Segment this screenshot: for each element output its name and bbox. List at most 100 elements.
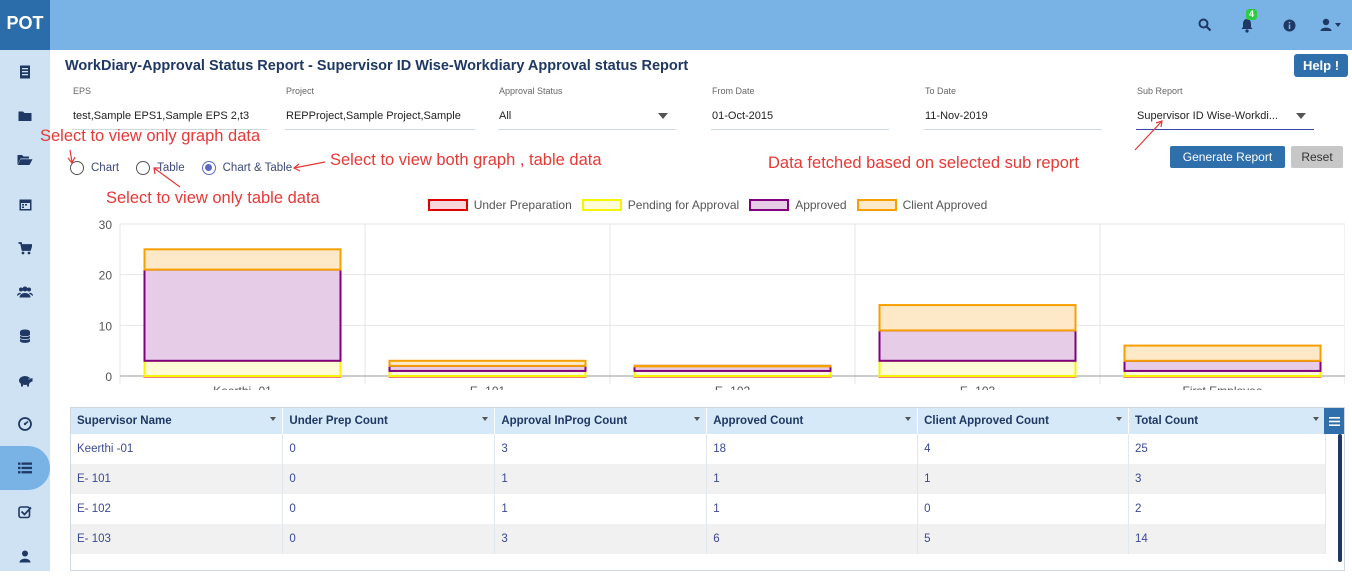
bar-segment: [1123, 359, 1322, 372]
users-icon: [17, 286, 33, 298]
sidebar-item-budget[interactable]: [0, 358, 50, 402]
cell: 0: [282, 464, 496, 494]
annotation-both: Select to view both graph , table data: [330, 151, 602, 169]
column-header[interactable]: Approved Count: [706, 408, 919, 434]
column-header-label: Total Count: [1135, 415, 1199, 427]
stacked-bar-chart: Under Preparation Pending for Approval A…: [70, 190, 1345, 390]
cell: 3: [1128, 464, 1326, 494]
search-icon[interactable]: [1184, 0, 1226, 50]
cell: 0: [917, 494, 1130, 524]
x-tick-label: E- 103: [960, 384, 996, 390]
y-tick-label: 30: [99, 218, 113, 232]
notification-badge: 4: [1246, 9, 1258, 20]
sidebar-item-approvals[interactable]: [0, 490, 50, 534]
sidebar-item-database[interactable]: [0, 314, 50, 358]
cell: 1: [494, 464, 708, 494]
list-icon: [18, 462, 32, 474]
table-row[interactable]: Keerthi -01 0 3 18 4 25: [71, 434, 1326, 464]
report-table: Supervisor Name Under Prep Count Approva…: [70, 407, 1345, 571]
cell: E- 101: [71, 464, 284, 494]
sort-icon[interactable]: [1116, 417, 1123, 421]
info-icon[interactable]: [1268, 0, 1310, 50]
sort-icon[interactable]: [905, 417, 912, 421]
app-logo[interactable]: POT: [0, 0, 50, 50]
cell: 18: [706, 434, 919, 464]
column-header[interactable]: Total Count: [1128, 408, 1326, 434]
table-scrollbar[interactable]: [1338, 434, 1342, 562]
cell: 3: [494, 524, 708, 554]
cell: 2: [1128, 494, 1326, 524]
y-tick-label: 20: [99, 269, 113, 283]
bar-segment: [633, 364, 832, 368]
column-header-label: Supervisor Name: [77, 415, 172, 427]
column-header-label: Under Prep Count: [289, 415, 388, 427]
cell: 0: [282, 494, 496, 524]
x-tick-label: E- 102: [715, 384, 751, 390]
database-icon: [19, 329, 31, 343]
sort-icon[interactable]: [482, 417, 489, 421]
x-tick-label: Keerthi -01: [213, 384, 272, 390]
sidebar-item-profile[interactable]: [0, 534, 50, 578]
x-tick-label: First Employee: [1182, 384, 1262, 390]
document-icon: [20, 65, 30, 79]
sort-icon[interactable]: [270, 417, 277, 421]
table-row[interactable]: E- 103 0 3 6 5 14: [71, 524, 1326, 554]
column-header-label: Approval InProg Count: [501, 415, 628, 427]
annotation-graph-only: Select to view only graph data: [40, 127, 261, 145]
annotation-fetched: Data fetched based on selected sub repor…: [768, 154, 1079, 172]
cell: 1: [917, 464, 1130, 494]
table-header-row: Supervisor Name Under Prep Count Approva…: [71, 408, 1326, 434]
bar-segment: [143, 268, 342, 362]
bar-segment: [878, 329, 1077, 362]
column-header[interactable]: Approval InProg Count: [494, 408, 708, 434]
sort-icon[interactable]: [1313, 417, 1319, 421]
cell: 6: [706, 524, 919, 554]
main-content: WorkDiary-Approval Status Report - Super…: [40, 50, 1352, 571]
bell-icon[interactable]: 4: [1226, 0, 1268, 50]
sidebar-item-users[interactable]: [0, 270, 50, 314]
piggy-bank-icon: [19, 375, 33, 386]
sidebar-item-dashboard-gauge[interactable]: [0, 402, 50, 446]
chart-plot: 0 10 20 30 Keerthi -01 E- 101 E- 102 E- 103 Firs…: [99, 218, 1345, 390]
column-header[interactable]: Under Prep Count: [282, 408, 496, 434]
sort-icon[interactable]: [694, 417, 701, 421]
cell: 1: [706, 494, 919, 524]
folder-open-icon: [17, 155, 33, 165]
sidebar-item-calendar[interactable]: [0, 182, 50, 226]
bar-segment: [143, 248, 342, 271]
cell: 1: [494, 494, 708, 524]
cell: 4: [917, 434, 1130, 464]
y-tick-label: 10: [99, 319, 113, 333]
x-tick-label: E- 101: [470, 384, 506, 390]
column-menu-button[interactable]: [1324, 408, 1344, 434]
menu-icon: [1328, 416, 1340, 426]
table-row[interactable]: E- 101 0 1 1 1 3: [71, 464, 1326, 494]
bar-segment: [878, 359, 1077, 378]
user-icon: [19, 550, 31, 562]
cell: 5: [917, 524, 1130, 554]
calendar-icon: [19, 199, 31, 210]
cell: 25: [1128, 434, 1326, 464]
user-menu-icon[interactable]: [1310, 0, 1352, 50]
column-header[interactable]: Supervisor Name: [71, 408, 284, 434]
sidebar-item-reports[interactable]: [0, 446, 50, 490]
table-row[interactable]: E- 102 0 1 1 0 2: [71, 494, 1326, 524]
cell: E- 102: [71, 494, 284, 524]
top-icons: 4: [1184, 0, 1352, 50]
top-bar: POT 4: [0, 0, 1352, 50]
cell: 14: [1128, 524, 1326, 554]
column-header-label: Approved Count: [713, 415, 804, 427]
annotation-table-only: Select to view only table data: [106, 189, 320, 207]
y-tick-label: 0: [105, 370, 112, 384]
sidebar-item-dashboard[interactable]: [0, 50, 50, 94]
gauge-icon: [18, 417, 32, 431]
cell: 3: [494, 434, 708, 464]
column-header[interactable]: Client Approved Count: [917, 408, 1130, 434]
sidebar-item-cart[interactable]: [0, 226, 50, 270]
cell: 0: [282, 434, 496, 464]
cell: 1: [706, 464, 919, 494]
cart-icon: [18, 241, 32, 254]
bar-segment: [143, 359, 342, 378]
cell: 0: [282, 524, 496, 554]
bar-segment: [878, 304, 1077, 332]
